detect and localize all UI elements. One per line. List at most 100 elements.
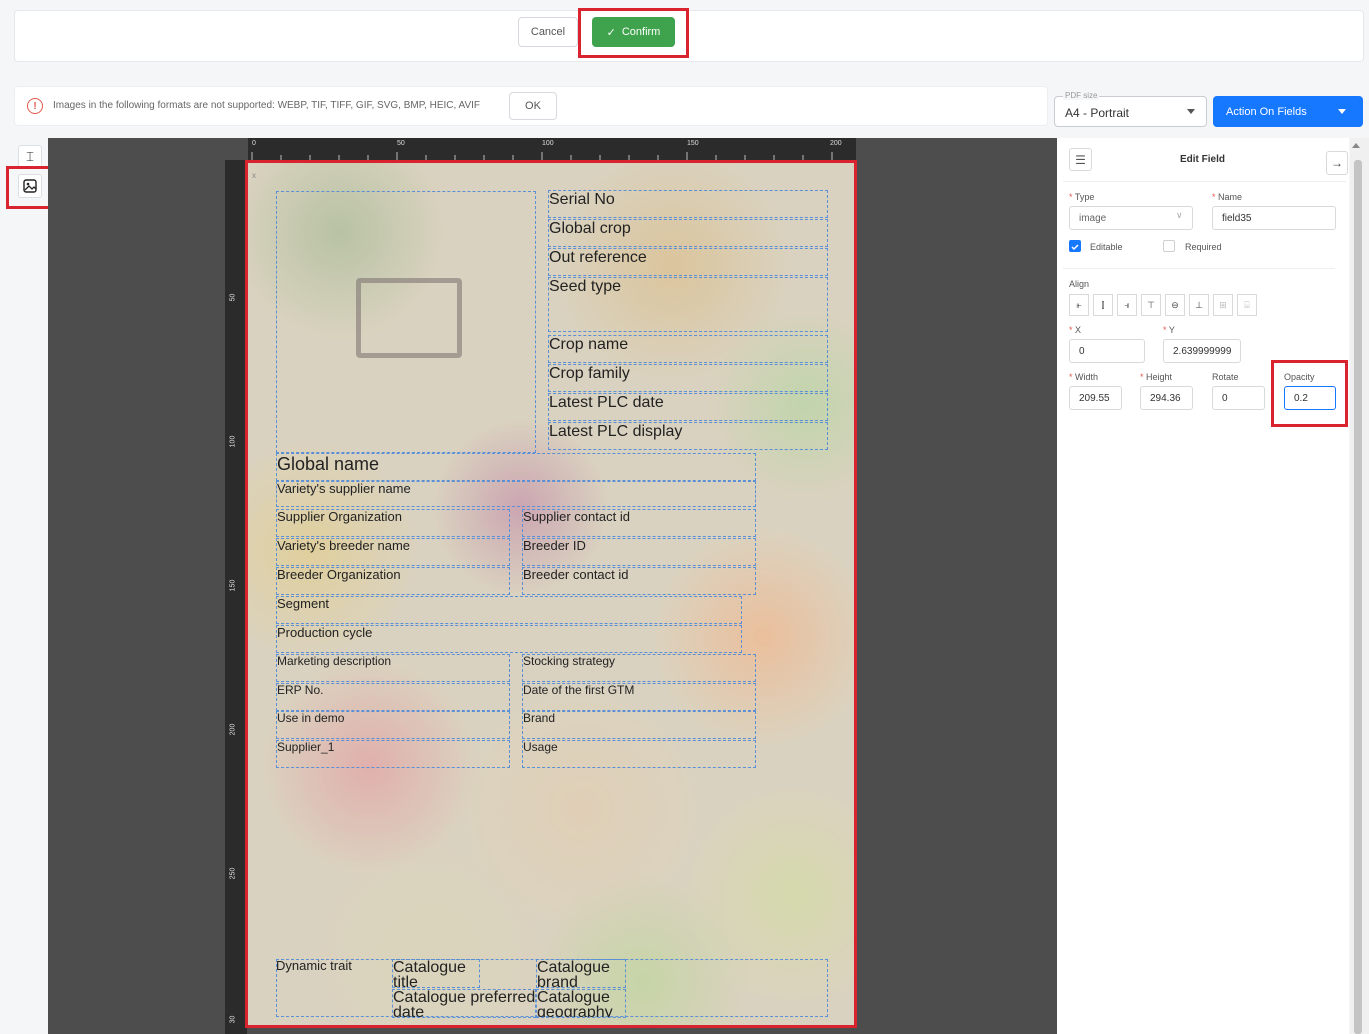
- menu-icon[interactable]: ☰: [1069, 148, 1092, 171]
- field-date-first-gtm[interactable]: Date of the first GTM: [522, 683, 756, 711]
- top-bar: [14, 10, 1364, 62]
- edit-field-title: Edit Field: [1180, 154, 1225, 165]
- pdf-page[interactable]: x Serial No Global crop Out reference Se…: [248, 163, 854, 1025]
- height-value: 294.36: [1150, 392, 1181, 404]
- collapse-arrow-icon[interactable]: →: [1326, 151, 1348, 175]
- y-value: 2.639999999: [1173, 345, 1232, 357]
- editable-label: Editable: [1090, 242, 1123, 252]
- catalogue-preferred-date-line1: Catalogue preferred: [393, 989, 536, 1006]
- field-variety-breeder-name[interactable]: Variety's breeder name: [276, 538, 510, 566]
- field-global-name[interactable]: Global name: [276, 453, 756, 481]
- rotate-value: 0: [1222, 392, 1228, 404]
- action-dropdown-icon[interactable]: [1338, 109, 1346, 114]
- field-catalogue-preferred-date[interactable]: Catalogue preferred date: [392, 989, 536, 1018]
- opacity-value: 0.2: [1294, 392, 1308, 404]
- editable-checkbox[interactable]: [1069, 240, 1081, 252]
- field-serial-no[interactable]: Serial No: [548, 190, 828, 218]
- height-input[interactable]: 294.36: [1140, 386, 1193, 410]
- x-input[interactable]: 0: [1069, 339, 1145, 363]
- y-input[interactable]: 2.639999999: [1163, 339, 1241, 363]
- width-value: 209.55: [1079, 392, 1110, 404]
- ok-button[interactable]: OK: [509, 92, 557, 120]
- name-label: * Name: [1212, 192, 1243, 202]
- field-production-cycle[interactable]: Production cycle: [276, 625, 742, 653]
- cancel-button[interactable]: Cancel: [518, 17, 578, 47]
- type-label-text: Type: [1074, 192, 1095, 202]
- width-input[interactable]: 209.55: [1069, 386, 1122, 410]
- catalogue-brand-line2: brand: [537, 974, 578, 988]
- name-input[interactable]: field35: [1212, 206, 1336, 230]
- field-catalogue-brand[interactable]: Catalogue brand: [536, 959, 626, 988]
- field-supplier-1[interactable]: Supplier_1: [276, 740, 510, 768]
- image-placeholder-icon: [356, 278, 462, 358]
- pdf-size-legend: PDF size: [1063, 91, 1100, 100]
- align-left-icon[interactable]: ⫦: [1069, 294, 1089, 316]
- ruler-h-label: 100: [542, 140, 554, 147]
- confirm-label: Confirm: [621, 26, 661, 38]
- chevron-down-icon: [1187, 109, 1195, 114]
- field-crop-family[interactable]: Crop family: [548, 364, 828, 392]
- catalogue-preferred-date-line2: date: [393, 1004, 425, 1018]
- field-breeder-organization[interactable]: Breeder Organization: [276, 567, 510, 595]
- align-label: Align: [1069, 279, 1090, 289]
- pdf-size-value: A4 - Portrait: [1065, 106, 1130, 120]
- align-bottom-icon[interactable]: ⊥: [1189, 294, 1209, 316]
- text-field-tool-icon[interactable]: ⌶: [18, 145, 42, 169]
- required-checkbox[interactable]: [1163, 240, 1175, 252]
- ruler-h-label: 0: [252, 140, 256, 147]
- align-center-v-icon[interactable]: ⊖: [1165, 294, 1185, 316]
- scroll-up-icon[interactable]: [1352, 143, 1360, 148]
- scrollbar-thumb[interactable]: [1354, 160, 1362, 1034]
- field-segment[interactable]: Segment: [276, 596, 742, 624]
- field-catalogue-title[interactable]: Catalogue title: [392, 959, 480, 988]
- name-label-text: Name: [1218, 192, 1243, 202]
- field-seed-type[interactable]: Seed type: [548, 277, 828, 332]
- field-use-in-demo[interactable]: Use in demo: [276, 711, 510, 739]
- field-brand[interactable]: Brand: [522, 711, 756, 739]
- distribute-v-icon[interactable]: ⌸: [1237, 294, 1257, 316]
- width-label: * Width: [1069, 372, 1099, 382]
- field-latest-plc-date[interactable]: Latest PLC date: [548, 393, 828, 421]
- field-dynamic-trait[interactable]: Dynamic trait: [276, 959, 388, 1017]
- horizontal-ruler: 0 50 100 150 200: [248, 138, 856, 160]
- y-label-text: Y: [1168, 325, 1175, 335]
- field-supplier-contact-id[interactable]: Supplier contact id: [522, 509, 756, 537]
- y-label: * Y: [1163, 325, 1175, 335]
- catalogue-geography-line1: Catalogue: [537, 989, 610, 1006]
- ruler-v-label: 250: [229, 867, 237, 880]
- field-latest-plc-display[interactable]: Latest PLC display: [548, 422, 828, 450]
- ruler-h-label: 50: [397, 140, 405, 147]
- field-marketing-description[interactable]: Marketing description: [276, 654, 510, 682]
- close-icon[interactable]: x: [252, 171, 256, 180]
- opacity-input[interactable]: 0.2: [1284, 386, 1336, 410]
- type-label: * Type: [1069, 192, 1095, 202]
- field-stocking-strategy[interactable]: Stocking strategy: [522, 654, 756, 682]
- field-global-crop[interactable]: Global crop: [548, 219, 828, 247]
- align-top-icon[interactable]: ⊤: [1141, 294, 1161, 316]
- field-catalogue-geography[interactable]: Catalogue geography: [536, 989, 626, 1018]
- align-center-h-icon[interactable]: ⫿: [1093, 294, 1113, 316]
- field-usage[interactable]: Usage: [522, 740, 756, 768]
- align-right-icon[interactable]: ⫣: [1117, 294, 1137, 316]
- distribute-h-icon[interactable]: ⊞: [1213, 294, 1233, 316]
- field-breeder-contact-id[interactable]: Breeder contact id: [522, 567, 756, 595]
- type-select[interactable]: image: [1069, 206, 1193, 230]
- divider: [1063, 268, 1335, 269]
- field-breeder-id[interactable]: Breeder ID: [522, 538, 756, 566]
- catalogue-title-line1: Catalogue: [393, 959, 466, 976]
- width-label-text: Width: [1075, 372, 1099, 382]
- confirm-button[interactable]: ✓ Confirm: [592, 17, 675, 47]
- ruler-v-label: 50: [229, 293, 237, 302]
- field-variety-supplier-name[interactable]: Variety's supplier name: [276, 481, 756, 507]
- field-supplier-organization[interactable]: Supplier Organization: [276, 509, 510, 537]
- height-label-text: Height: [1146, 372, 1173, 382]
- catalogue-geography-line2: geography: [537, 1004, 613, 1018]
- chevron-down-icon: ∨: [1176, 210, 1183, 220]
- field-crop-name[interactable]: Crop name: [548, 335, 828, 363]
- field-out-reference[interactable]: Out reference: [548, 248, 828, 276]
- field-erp-no[interactable]: ERP No.: [276, 683, 510, 711]
- image-tool-icon[interactable]: [18, 174, 42, 198]
- warning-icon: !: [27, 98, 43, 114]
- rotate-input[interactable]: 0: [1212, 386, 1265, 410]
- x-label-text: X: [1075, 325, 1082, 335]
